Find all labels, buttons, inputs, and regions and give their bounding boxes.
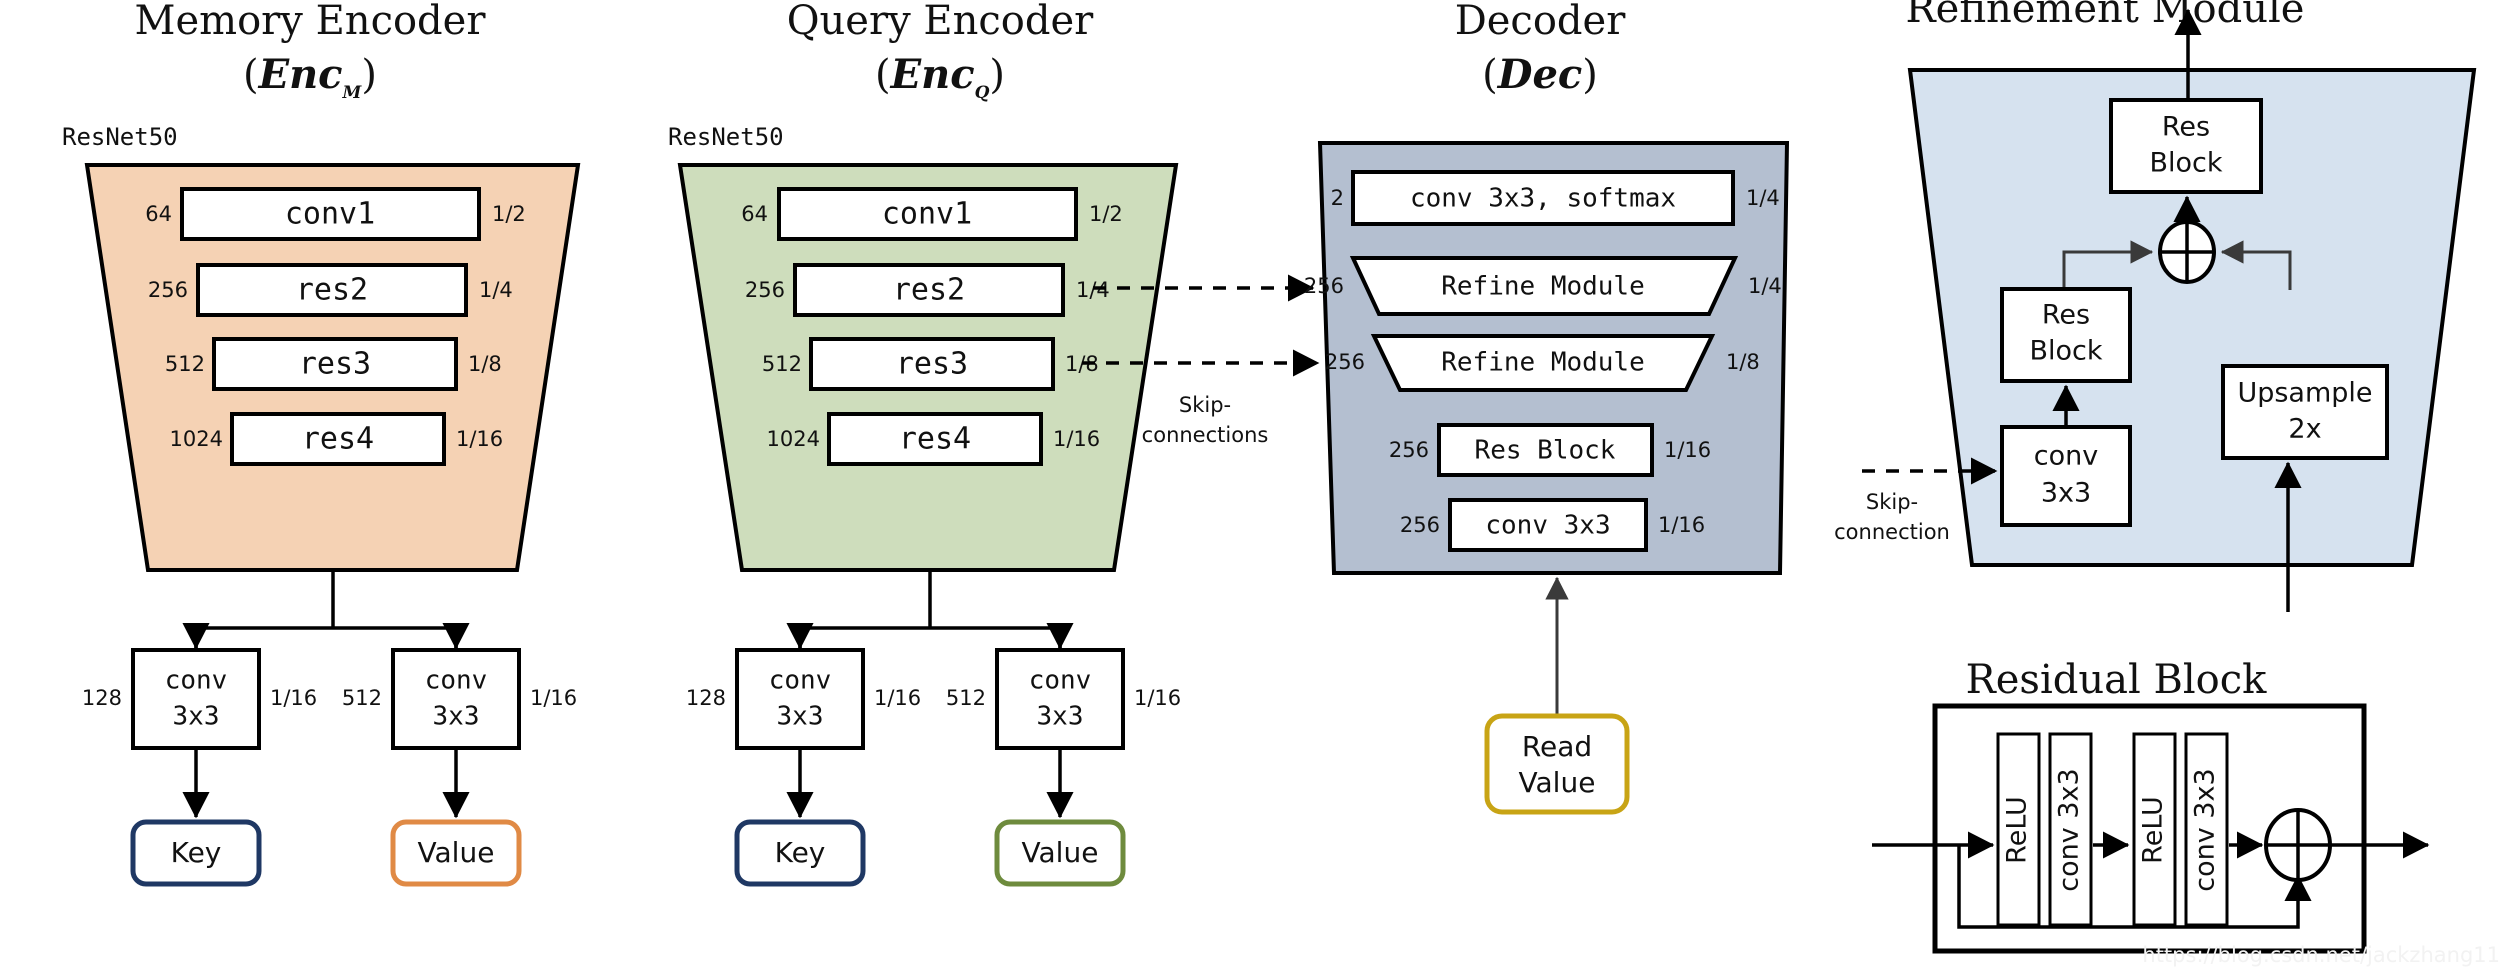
decoder-stage-scale-2: 1/8 (1726, 350, 1760, 374)
query-head-channels-1: 512 (946, 686, 986, 710)
memory-stage-scale-0: 1/2 (492, 202, 526, 226)
memory-fanout-lines (194, 570, 458, 650)
decoder-stage-scale-1: 1/4 (1748, 274, 1782, 298)
decoder-stage-channels-2: 256 (1325, 350, 1365, 374)
memory-head-scale-1: 1/16 (530, 686, 577, 710)
decoder-stage-channels-0: 2 (1331, 186, 1344, 210)
decoder-input-label-line2: Value (1519, 766, 1596, 799)
refinement-conv-line2: 3x3 (2041, 478, 2091, 509)
residual-layer-label-3: conv 3x3 (2190, 768, 2221, 891)
refinement-upsample-line1: Upsample (2237, 378, 2372, 409)
query-encoder-group: Query Encoder (EncQ) ResNet50 conv1 64 1… (668, 0, 1181, 887)
memory-head-scale-0: 1/16 (270, 686, 317, 710)
refinement-res-block-top-line1: Res (2162, 112, 2210, 143)
decoder-stage-label-2: Refine Module (1441, 348, 1645, 378)
query-stage-channels-0: 64 (741, 202, 768, 226)
query-stage-channels-3: 1024 (767, 427, 820, 451)
query-stage-channels-1: 256 (745, 278, 785, 302)
decoder-stage-scale-0: 1/4 (1746, 186, 1780, 210)
memory-head-conv-label-0b: 3x3 (173, 702, 220, 732)
refinement-module-title: Refinement Module (1906, 0, 2305, 32)
residual-layer-label-1: conv 3x3 (2054, 768, 2085, 891)
refinement-module-group: Refinement Module Res Block Res Block co… (1834, 0, 2477, 612)
query-stage-scale-3: 1/16 (1053, 427, 1100, 451)
memory-head-channels-1: 512 (342, 686, 382, 710)
refinement-conv-line1: conv (2034, 441, 2098, 472)
query-stage-channels-2: 512 (762, 352, 802, 376)
memory-encoder-group: Memory Encoder (EncM) ResNet50 conv1 64 … (62, 0, 581, 887)
memory-stage-scale-1: 1/4 (479, 278, 513, 302)
decoder-stage-scale-3: 1/16 (1664, 438, 1711, 462)
architecture-diagram: Memory Encoder (EncM) ResNet50 conv1 64 … (0, 0, 2506, 974)
query-head-conv-label-1b: 3x3 (1037, 702, 1084, 732)
query-stage-label-2: res3 (896, 347, 968, 382)
memory-stage-label-2: res3 (299, 347, 371, 382)
memory-head-conv-label-1a: conv (425, 666, 488, 696)
query-head-scale-1: 1/16 (1134, 686, 1181, 710)
refinement-skip-label-line1: Skip- (1866, 490, 1918, 514)
query-fanout-lines (798, 570, 1062, 650)
memory-stage-scale-2: 1/8 (468, 352, 502, 376)
query-encoder-backbone-label: ResNet50 (668, 123, 784, 151)
decoder-stage-label-1: Refine Module (1441, 272, 1645, 302)
decoder-stage-label-0: conv 3x3, softmax (1410, 184, 1676, 214)
query-stage-label-1: res2 (893, 273, 965, 308)
decoder-symbol: (Dec) (1482, 51, 1598, 98)
memory-output-key-label: Key (171, 836, 222, 869)
query-head-scale-0: 1/16 (874, 686, 921, 710)
skip-connections-label-line2: connections (1142, 423, 1269, 447)
decoder-group: Decoder (Dec) conv 3x3, softmax 2 1/4 Re… (1304, 0, 1790, 815)
memory-stage-channels-0: 64 (145, 202, 172, 226)
memory-head-conv-label-1b: 3x3 (433, 702, 480, 732)
query-head-conv-label-1a: conv (1029, 666, 1092, 696)
decoder-title: Decoder (1455, 0, 1627, 44)
memory-encoder-backbone-label: ResNet50 (62, 123, 178, 151)
memory-stage-scale-3: 1/16 (456, 427, 503, 451)
query-output-key-label: Key (775, 836, 826, 869)
memory-stage-label-1: res2 (296, 273, 368, 308)
memory-stage-channels-2: 512 (165, 352, 205, 376)
residual-block-group: Residual Block ReLU conv 3x3 ReLU conv 3… (1872, 657, 2430, 954)
memory-head-channels-0: 128 (82, 686, 122, 710)
memory-output-value-label: Value (418, 836, 495, 869)
refinement-res-block-left-line1: Res (2042, 300, 2090, 331)
decoder-stage-label-3: Res Block (1475, 436, 1616, 466)
query-stage-label-3: res4 (899, 422, 971, 457)
residual-layer-label-2: ReLU (2138, 796, 2169, 864)
refinement-upsample-line2: 2x (2288, 414, 2321, 445)
memory-stage-channels-3: 1024 (170, 427, 223, 451)
decoder-input-label-line1: Read (1522, 730, 1592, 763)
watermark: https://blog.csdn.net/jackzhang11 (2142, 943, 2500, 967)
memory-stage-channels-1: 256 (148, 278, 188, 302)
skip-connections-label-line1: Skip- (1179, 393, 1231, 417)
decoder-stage-scale-4: 1/16 (1658, 513, 1705, 537)
refinement-skip-label-line2: connection (1834, 520, 1950, 544)
query-encoder-symbol: (EncQ) (875, 51, 1005, 103)
memory-stage-label-0: conv1 (285, 197, 375, 232)
query-stage-scale-1: 1/4 (1076, 278, 1110, 302)
decoder-stage-channels-3: 256 (1389, 438, 1429, 462)
query-head-conv-label-0a: conv (769, 666, 832, 696)
memory-encoder-symbol: (EncM) (243, 51, 377, 103)
refinement-res-block-top-line2: Block (2149, 148, 2222, 179)
memory-encoder-title: Memory Encoder (135, 0, 487, 44)
refinement-res-block-left-line2: Block (2029, 336, 2102, 367)
residual-layer-label-0: ReLU (2002, 796, 2033, 864)
memory-stage-label-3: res4 (302, 422, 374, 457)
decoder-stage-label-4: conv 3x3 (1485, 511, 1610, 541)
query-stage-label-0: conv1 (882, 197, 972, 232)
memory-head-conv-label-0a: conv (165, 666, 228, 696)
query-encoder-title: Query Encoder (787, 0, 1094, 44)
residual-block-title: Residual Block (1966, 657, 2268, 703)
query-head-channels-0: 128 (686, 686, 726, 710)
decoder-stage-channels-4: 256 (1400, 513, 1440, 537)
query-stage-scale-0: 1/2 (1089, 202, 1123, 226)
decoder-stage-channels-1: 256 (1304, 274, 1344, 298)
query-head-conv-label-0b: 3x3 (777, 702, 824, 732)
query-output-value-label: Value (1022, 836, 1099, 869)
